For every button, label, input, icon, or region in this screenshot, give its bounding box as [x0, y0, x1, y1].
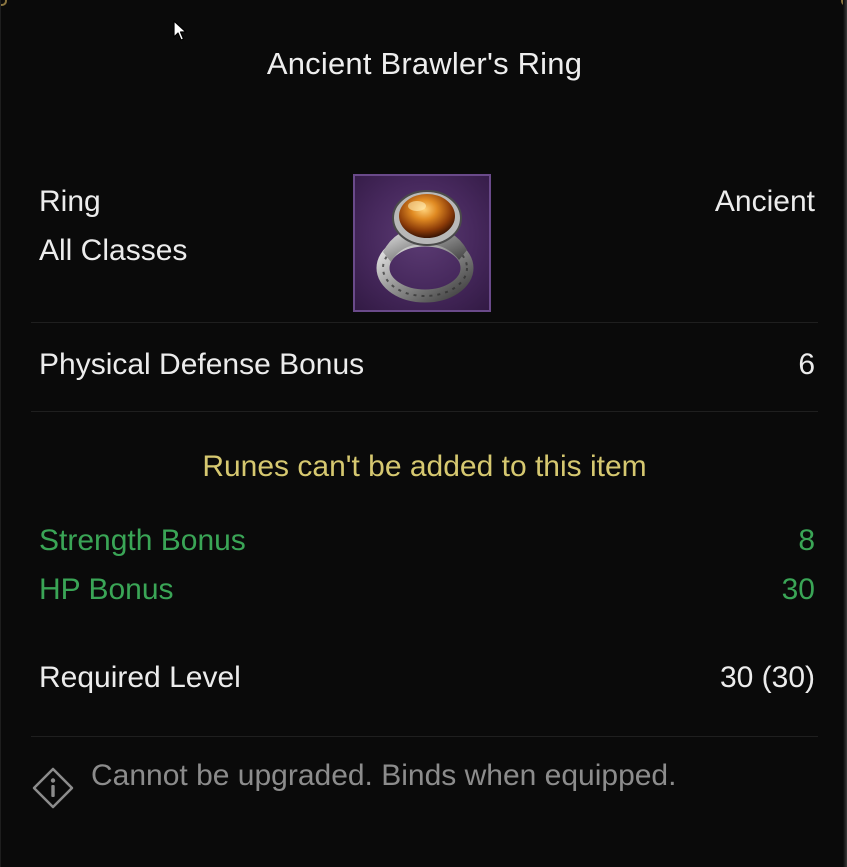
- section-divider: [31, 411, 818, 412]
- frame-corner-ornament: [1, 0, 7, 6]
- required-level-value: 30 (30): [719, 661, 815, 694]
- item-name: Ancient Brawler's Ring: [266, 46, 583, 81]
- footer-note: Cannot be upgraded. Binds when equipped.: [91, 759, 677, 792]
- hp-bonus-value: 30: [781, 573, 815, 606]
- physical-defense-label: Physical Defense Bonus: [39, 348, 365, 381]
- strength-bonus-label: Strength Bonus: [39, 524, 246, 557]
- strength-bonus-value: 8: [798, 524, 815, 557]
- runes-message: Runes can't be added to this item: [202, 450, 647, 483]
- section-divider: [31, 736, 818, 737]
- section-divider: [31, 322, 818, 323]
- item-classes: All Classes: [39, 234, 188, 267]
- item-grade: Ancient: [714, 185, 815, 218]
- item-icon-slot[interactable]: [353, 174, 491, 312]
- item-tooltip: Ancient Brawler's Ring Ring All Classes …: [0, 0, 847, 867]
- mouse-cursor-icon: [173, 20, 187, 41]
- required-level-label: Required Level: [39, 661, 241, 694]
- hp-bonus-label: HP Bonus: [39, 573, 174, 606]
- info-icon: [32, 767, 74, 809]
- item-type: Ring: [39, 185, 101, 218]
- frame-edge: [843, 0, 847, 867]
- ring-icon: [376, 190, 474, 303]
- physical-defense-value: 6: [798, 348, 815, 381]
